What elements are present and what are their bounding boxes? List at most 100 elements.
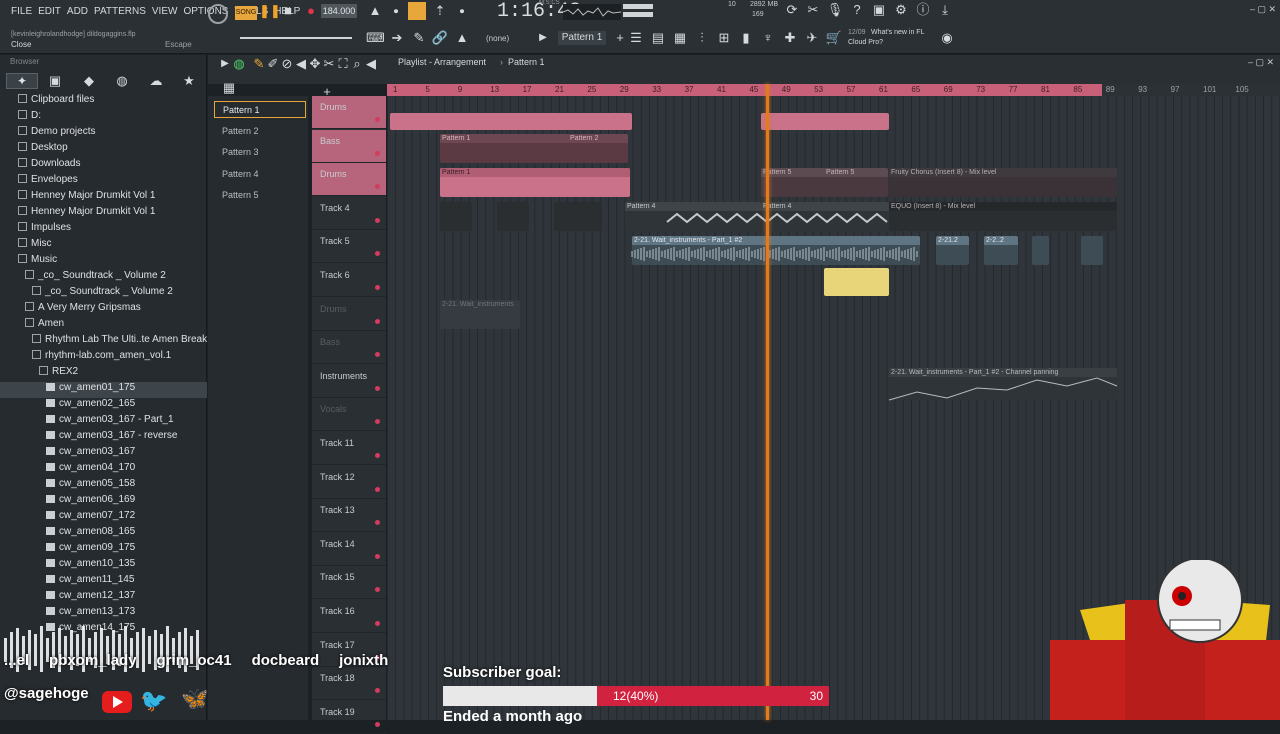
pattern-item[interactable]: Pattern 5 — [214, 187, 306, 204]
main-pitch-slider[interactable] — [623, 12, 653, 17]
track-header[interactable]: Track 19 — [312, 701, 386, 734]
mixer-icon[interactable]: ⫶ — [693, 29, 711, 47]
browser-file[interactable]: cw_amen03_167 - Part_1 — [0, 414, 207, 430]
stamp-icon[interactable]: ▲ — [453, 29, 471, 47]
browser-file[interactable]: cw_amen05_158 — [0, 478, 207, 494]
track-header[interactable]: Drums — [312, 298, 386, 331]
browser-plugins-icon[interactable]: ◆ — [80, 72, 98, 90]
browser-folder[interactable]: Desktop — [0, 142, 207, 158]
browser-folder[interactable]: A Very Merry Gripsmas — [0, 302, 207, 318]
browser-folder[interactable]: Amen — [0, 318, 207, 334]
track-header[interactable]: Track 4 — [312, 197, 386, 230]
browser-folder[interactable]: Music — [0, 254, 207, 270]
pause-icon[interactable]: ❚❚ — [259, 2, 281, 20]
touch-keyboard-icon[interactable]: ✚ — [781, 29, 799, 47]
channel-rack-icon[interactable]: ▦ — [671, 29, 689, 47]
track-record-dot[interactable] — [375, 520, 380, 526]
loop-record-icon[interactable]: ⏺ — [453, 2, 471, 20]
track-record-dot[interactable] — [375, 318, 380, 324]
menu-patterns[interactable]: PATTERNS — [94, 6, 146, 17]
piano-roll-icon[interactable]: ▤ — [649, 29, 667, 47]
browser-folder[interactable]: Rhythm Lab The Ulti..te Amen Breaks Pack — [0, 334, 207, 350]
browser-file[interactable]: cw_amen03_167 — [0, 446, 207, 462]
track-header[interactable]: Drums — [312, 163, 386, 197]
track-header[interactable]: Instruments — [312, 365, 386, 398]
track-record-dot[interactable] — [375, 486, 380, 492]
cart-icon[interactable]: 🛒 — [825, 29, 843, 47]
browser-file[interactable]: cw_amen11_145 — [0, 574, 207, 590]
browser-file[interactable]: cw_amen13_173 — [0, 606, 207, 622]
browser-folder[interactable]: Impulses — [0, 222, 207, 238]
save-icon[interactable]: ▣ — [870, 1, 888, 19]
track-header[interactable]: Track 15 — [312, 566, 386, 600]
browser-file[interactable]: cw_amen02_165 — [0, 398, 207, 414]
track-record-dot[interactable] — [375, 688, 380, 694]
track-record-dot[interactable] — [375, 621, 380, 626]
browser-cloud-icon[interactable]: ☁ — [147, 72, 165, 90]
metronome-icon[interactable]: ▲ — [366, 2, 384, 20]
news-subtitle[interactable]: Cloud Pro? — [848, 39, 883, 46]
browser-folder[interactable]: _co_ Soundtrack _ Volume 2 — [0, 286, 207, 302]
browser-file[interactable]: cw_amen04_170 — [0, 462, 207, 478]
browser-file[interactable]: cw_amen08_165 — [0, 526, 207, 542]
menu-file[interactable]: FILE — [11, 6, 32, 17]
browser-folder[interactable]: Envelopes — [0, 174, 207, 190]
pattern-selector[interactable]: Pattern 1 — [558, 31, 606, 45]
track-header[interactable]: Track 11 — [312, 432, 386, 465]
help-icon[interactable]: ? — [848, 1, 866, 19]
browser-folder[interactable]: REX2 — [0, 366, 207, 382]
track-header[interactable]: Track 13 — [312, 499, 386, 533]
browser-folder[interactable]: rhythm-lab.com_amen_vol.1 — [0, 350, 207, 366]
browser-folder[interactable]: Demo projects — [0, 126, 207, 142]
track-header[interactable]: Vocals — [312, 398, 386, 432]
browser-file[interactable]: cw_amen09_175 — [0, 542, 207, 558]
track-header[interactable]: Track 18 — [312, 667, 386, 701]
browser-folder[interactable]: Misc — [0, 238, 207, 254]
track-record-dot[interactable] — [375, 721, 380, 727]
scissors-icon[interactable]: ✂ — [804, 1, 822, 19]
browser-folder[interactable]: Henney Major Drumkit Vol 1 — [0, 206, 207, 222]
browser-icon[interactable]: ⊞ — [715, 29, 733, 47]
browser-project-icon[interactable]: ◍ — [113, 72, 131, 90]
plugin-database-icon[interactable]: ▮ — [737, 29, 755, 47]
browser-file[interactable]: cw_amen03_167 - reverse — [0, 430, 207, 446]
playhead[interactable] — [766, 84, 769, 720]
track-record-dot[interactable] — [375, 587, 380, 593]
snap-icon[interactable]: ◍ — [230, 55, 248, 73]
track-header[interactable]: Track 16 — [312, 600, 386, 633]
menu-edit[interactable]: EDIT — [38, 6, 61, 17]
track-header[interactable]: Drums — [312, 96, 386, 129]
browser-folder[interactable]: Henney Major Drumkit Vol 1 — [0, 190, 207, 206]
blend-icon[interactable]: ⇡ — [431, 2, 449, 20]
tempo-display[interactable]: 184.000 — [321, 4, 357, 18]
browser-folder[interactable]: _co_ Soundtrack _ Volume 2 — [0, 270, 207, 286]
countdown-icon[interactable] — [408, 2, 426, 20]
snap-selector[interactable]: (none) — [486, 34, 509, 43]
track-header[interactable]: Track 14 — [312, 533, 386, 566]
playback-icon[interactable]: ◀ — [362, 55, 380, 73]
pattern-item[interactable]: Pattern 1 — [214, 101, 306, 118]
pitch-knob[interactable] — [208, 4, 228, 24]
browser-files-icon[interactable]: ▣ — [46, 72, 64, 90]
browser-file[interactable]: cw_amen12_137 — [0, 590, 207, 606]
download-icon[interactable]: ⤓ — [936, 1, 954, 19]
browser-all-tab[interactable]: ✦ — [6, 73, 38, 89]
microphone-icon[interactable]: 🎙 — [826, 1, 844, 19]
keyboard-icon[interactable]: ⌨ — [366, 29, 385, 47]
record-icon[interactable]: ● — [302, 2, 320, 20]
refresh-icon[interactable]: ⟳ — [783, 1, 801, 19]
stop-icon[interactable]: ■ — [279, 2, 297, 20]
track-header[interactable]: Bass — [312, 331, 386, 365]
news-title[interactable]: What's new in FL — [871, 29, 924, 36]
track-record-dot[interactable] — [375, 251, 380, 257]
pattern-picker-icon[interactable]: ▦ — [220, 79, 238, 97]
song-mode-button[interactable]: SONG — [235, 6, 257, 20]
playlist-icon[interactable]: ☰ — [627, 29, 645, 47]
track-record-dot[interactable] — [375, 419, 380, 425]
track-header[interactable]: Track 12 — [312, 466, 386, 499]
browser-file[interactable]: cw_amen10_135 — [0, 558, 207, 574]
info-icon[interactable]: ⓘ — [914, 1, 932, 19]
tempo-tapper-icon[interactable]: ✈ — [803, 29, 821, 47]
playlist-window-controls[interactable]: – ▢ ✕ — [1248, 57, 1274, 68]
menu-view[interactable]: VIEW — [152, 6, 178, 17]
